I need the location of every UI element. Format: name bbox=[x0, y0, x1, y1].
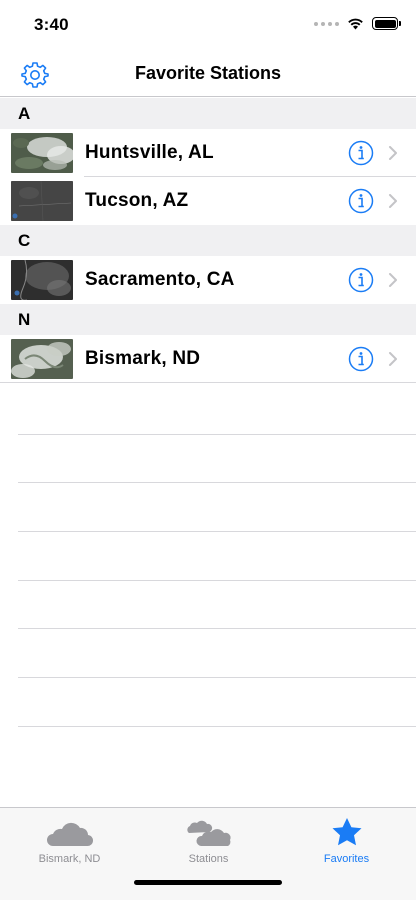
page-title: Favorite Stations bbox=[134, 63, 282, 83]
star-icon bbox=[332, 818, 361, 846]
tab-bismark[interactable]: Bismark, ND bbox=[0, 813, 139, 869]
station-name: Huntsville, AL bbox=[85, 142, 214, 163]
tab-favorites[interactable]: Favorites bbox=[277, 813, 416, 869]
chevron-right-icon bbox=[389, 146, 397, 160]
tab-bar: Bismark, ND Stations Favorites bbox=[0, 807, 416, 900]
wifi-icon bbox=[348, 18, 363, 30]
tab-stations[interactable]: Stations bbox=[139, 813, 278, 869]
empty-row-separator bbox=[0, 678, 416, 727]
empty-row-separator bbox=[0, 532, 416, 581]
station-name: Sacramento, CA bbox=[85, 269, 235, 290]
cellular-signal-icon bbox=[314, 21, 339, 26]
section-header-c: C bbox=[0, 225, 416, 256]
empty-row-separator bbox=[0, 386, 416, 435]
tab-label: Favorites bbox=[323, 853, 370, 865]
empty-row-separator bbox=[0, 435, 416, 484]
info-icon[interactable] bbox=[348, 140, 374, 166]
status-bar: 3:40 bbox=[0, 0, 416, 50]
satellite-thumbnail bbox=[11, 339, 73, 379]
satellite-thumbnail bbox=[11, 133, 73, 173]
empty-row-separator bbox=[0, 581, 416, 630]
station-name: Tucson, AZ bbox=[85, 190, 189, 211]
navigation-bar: Favorite Stations bbox=[0, 50, 416, 97]
chevron-right-icon bbox=[389, 273, 397, 287]
station-row-sacramento[interactable]: Sacramento, CA bbox=[0, 256, 416, 304]
tab-label: Stations bbox=[188, 853, 229, 865]
empty-table-area bbox=[0, 386, 416, 727]
info-icon[interactable] bbox=[348, 346, 374, 372]
cloud-icon bbox=[46, 822, 93, 847]
info-icon[interactable] bbox=[348, 267, 374, 293]
station-row-bismark[interactable]: Bismark, ND bbox=[0, 335, 416, 383]
satellite-thumbnail bbox=[11, 260, 73, 300]
section-header-a: A bbox=[0, 98, 416, 129]
station-name: Bismark, ND bbox=[85, 348, 201, 369]
status-time: 3:40 bbox=[34, 15, 69, 34]
chevron-right-icon bbox=[389, 352, 397, 366]
tab-label: Bismark, ND bbox=[38, 853, 101, 865]
status-icons bbox=[314, 17, 401, 30]
info-icon[interactable] bbox=[348, 188, 374, 214]
station-row-huntsville[interactable]: Huntsville, AL bbox=[0, 129, 416, 177]
battery-icon bbox=[372, 17, 401, 30]
home-indicator bbox=[134, 880, 282, 885]
chevron-right-icon bbox=[389, 194, 397, 208]
section-header-n: N bbox=[0, 304, 416, 335]
empty-row-separator bbox=[0, 629, 416, 678]
station-row-tucson[interactable]: Tucson, AZ bbox=[0, 177, 416, 225]
clouds-icon bbox=[186, 820, 231, 846]
empty-row-separator bbox=[0, 483, 416, 532]
satellite-thumbnail bbox=[11, 181, 73, 221]
favorites-list: A Huntsville, AL Tucson, AZ C Sacramento… bbox=[0, 98, 416, 383]
